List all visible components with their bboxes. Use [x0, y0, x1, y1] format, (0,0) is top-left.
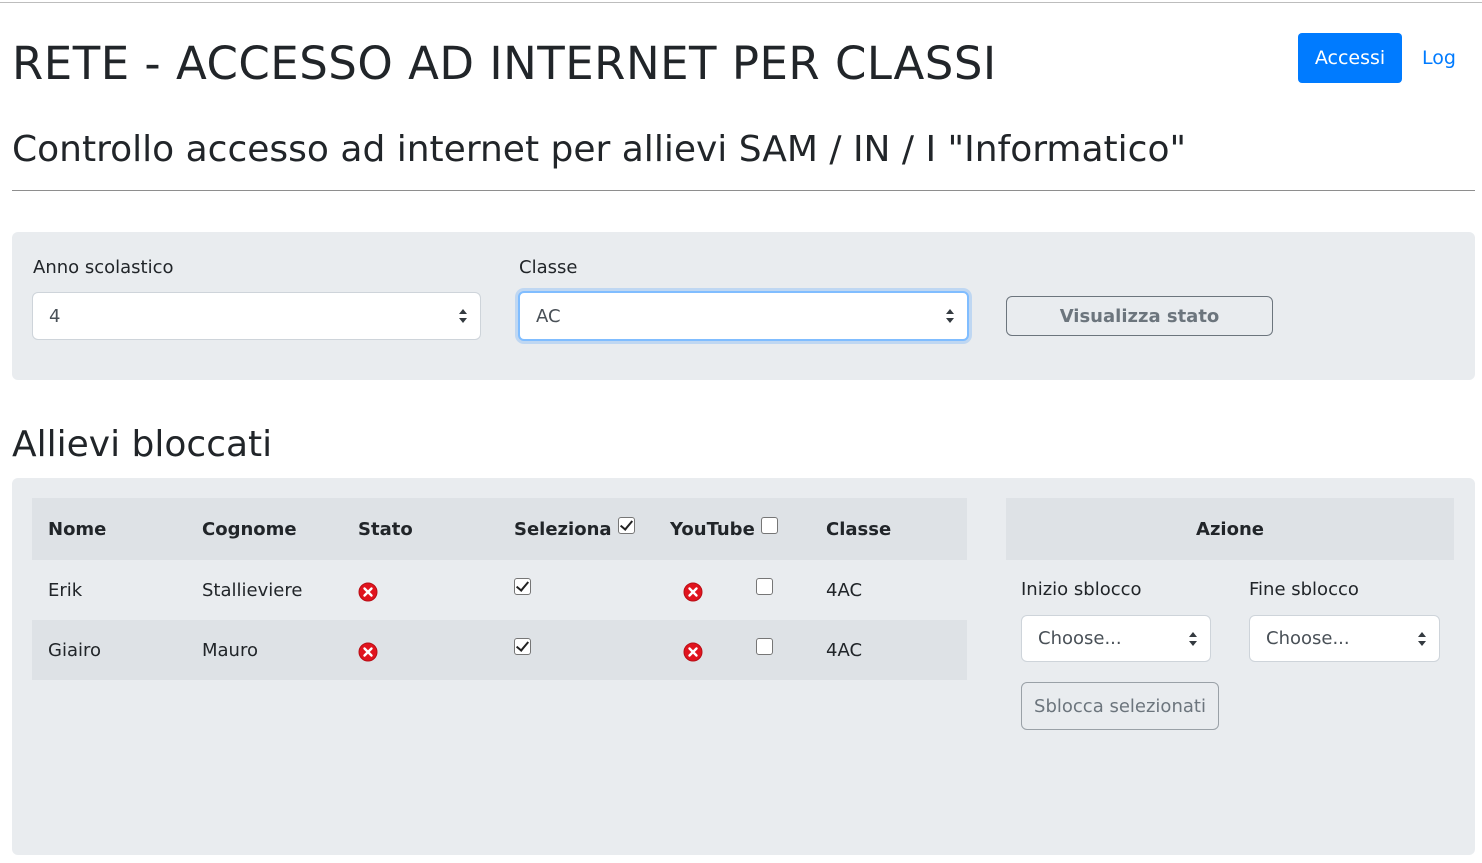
- classe-label: Classe: [519, 257, 578, 278]
- col-seleziona: Seleziona: [514, 498, 635, 560]
- classe-select[interactable]: AC: [518, 291, 969, 341]
- filter-panel: Anno scolastico 4 Classe AC Visualizza s…: [12, 232, 1475, 380]
- accessi-button[interactable]: Accessi: [1298, 33, 1402, 83]
- sort-arrows-icon: [946, 309, 954, 323]
- cell-nome: Giairo: [48, 639, 101, 661]
- col-youtube: YouTube: [670, 498, 778, 560]
- table-row: Giairo Mauro 4AC: [32, 620, 967, 680]
- top-rule: [0, 2, 1482, 3]
- col-classe: Classe: [826, 518, 892, 540]
- cell-stato: [358, 562, 378, 622]
- select-all-checkbox[interactable]: [617, 516, 635, 534]
- row-select-checkbox[interactable]: [514, 637, 531, 655]
- table-row: Erik Stallieviere 4AC: [32, 560, 967, 620]
- cell-youtube: [756, 616, 773, 676]
- visualizza-stato-button[interactable]: Visualizza stato: [1006, 296, 1273, 336]
- log-link[interactable]: Log: [1422, 47, 1456, 69]
- cell-classe: 4AC: [826, 639, 863, 661]
- col-youtube-label: YouTube: [670, 518, 755, 540]
- top-nav: Accessi Log: [1298, 33, 1456, 83]
- fine-sblocco-select[interactable]: Choose...: [1249, 615, 1440, 662]
- fine-sblocco-value: Choose...: [1266, 628, 1350, 649]
- classe-select-value: AC: [536, 305, 561, 327]
- cell-youtube-status: [683, 622, 703, 682]
- x-circle-icon: [683, 582, 703, 602]
- sblocca-selezionati-button[interactable]: Sblocca selezionati: [1021, 682, 1219, 730]
- blocked-table: Nome Cognome Stato Seleziona YouTube Cla…: [32, 498, 967, 680]
- inizio-sblocco-select[interactable]: Choose...: [1021, 615, 1211, 662]
- cell-stato: [358, 622, 378, 682]
- cell-youtube-status: [683, 562, 703, 622]
- row-youtube-checkbox[interactable]: [756, 577, 773, 595]
- sort-arrows-icon: [459, 309, 467, 323]
- cell-cognome: Stallieviere: [202, 579, 303, 601]
- anno-select-value: 4: [49, 305, 61, 327]
- cell-seleziona: [514, 556, 531, 616]
- row-youtube-checkbox[interactable]: [756, 637, 773, 655]
- fine-sblocco-label: Fine sblocco: [1249, 579, 1359, 600]
- x-circle-icon: [358, 642, 378, 662]
- cell-classe: 4AC: [826, 579, 863, 601]
- youtube-all-checkbox[interactable]: [760, 516, 778, 534]
- azione-header: Azione: [1006, 498, 1454, 560]
- x-circle-icon: [358, 582, 378, 602]
- col-nome: Nome: [48, 518, 107, 540]
- divider: [12, 190, 1475, 191]
- col-cognome: Cognome: [202, 518, 297, 540]
- azione-panel: Azione Inizio sblocco Choose... Fine sbl…: [1006, 498, 1454, 730]
- sort-arrows-icon: [1418, 631, 1426, 646]
- cell-nome: Erik: [48, 579, 83, 601]
- col-seleziona-label: Seleziona: [514, 518, 612, 540]
- blocked-panel: Nome Cognome Stato Seleziona YouTube Cla…: [12, 478, 1475, 855]
- row-select-checkbox[interactable]: [514, 577, 531, 595]
- inizio-sblocco-label: Inizio sblocco: [1021, 579, 1142, 600]
- page-subtitle: Controllo accesso ad internet per alliev…: [12, 129, 1187, 170]
- inizio-sblocco-value: Choose...: [1038, 628, 1122, 649]
- x-circle-icon: [683, 642, 703, 662]
- cell-seleziona: [514, 616, 531, 676]
- table-header: Nome Cognome Stato Seleziona YouTube Cla…: [32, 498, 967, 560]
- page-title: RETE - ACCESSO AD INTERNET PER CLASSI: [12, 37, 997, 90]
- cell-cognome: Mauro: [202, 639, 258, 661]
- blocked-section-title: Allievi bloccati: [12, 424, 273, 465]
- anno-select[interactable]: 4: [32, 292, 481, 340]
- col-stato: Stato: [358, 518, 413, 540]
- anno-label: Anno scolastico: [33, 257, 174, 278]
- cell-youtube: [756, 556, 773, 616]
- sort-arrows-icon: [1189, 631, 1197, 646]
